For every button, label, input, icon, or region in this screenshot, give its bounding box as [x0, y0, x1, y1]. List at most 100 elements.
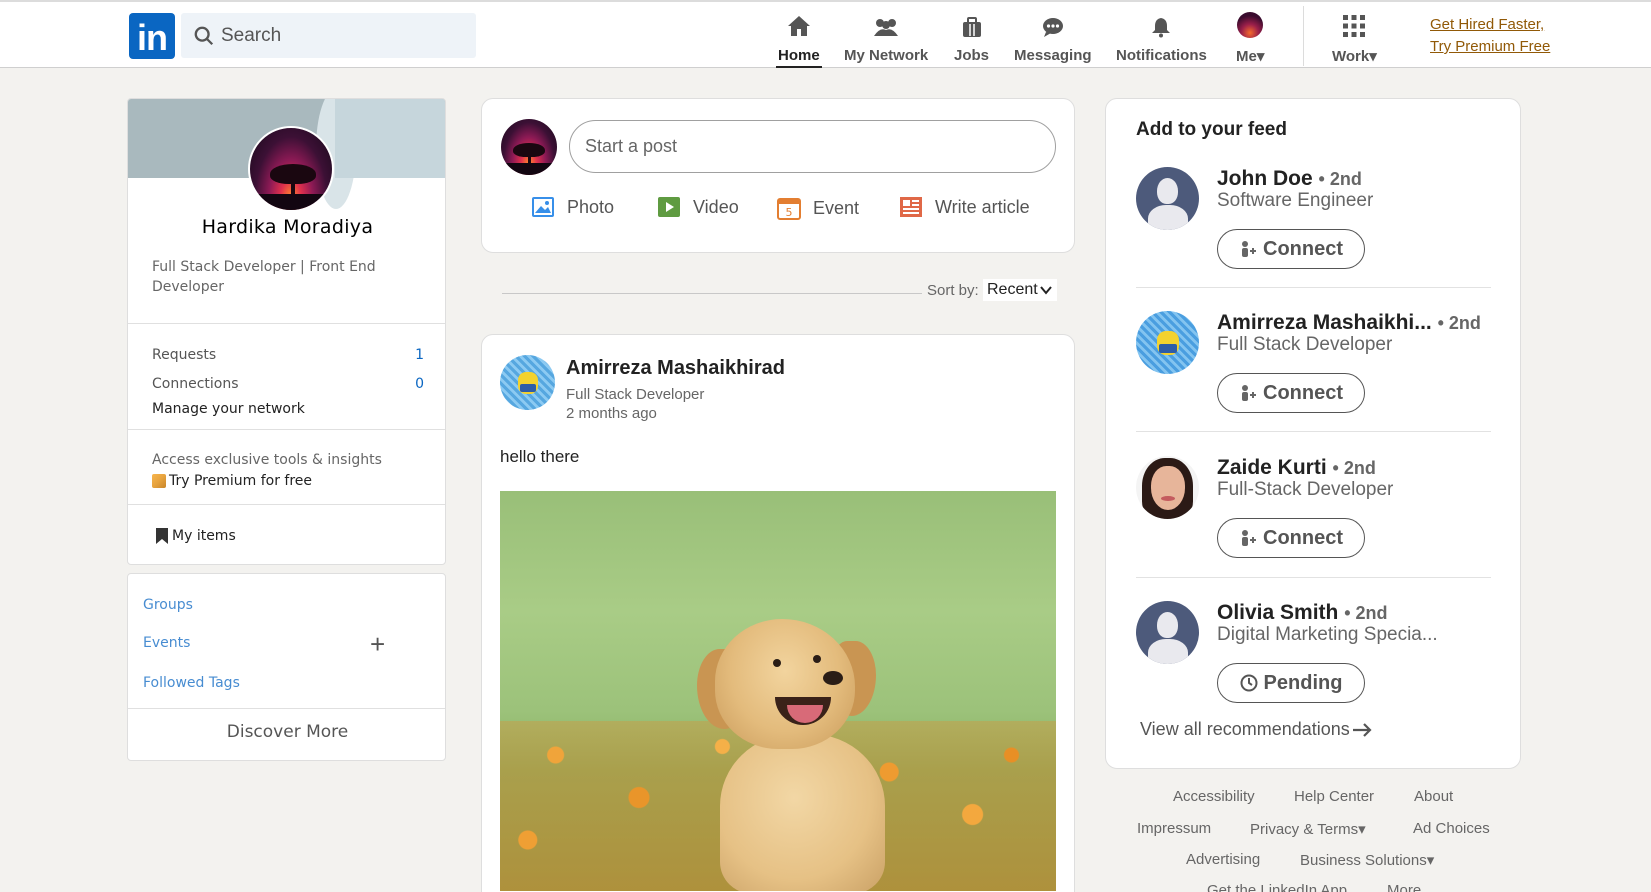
- briefcase-icon: [962, 17, 981, 37]
- share-box: Start a post Photo Video 5 Event Write a…: [481, 98, 1075, 253]
- sort-dropdown[interactable]: Recent: [983, 279, 1057, 301]
- followed-tags-link[interactable]: Followed Tags: [143, 675, 240, 691]
- post-text: hello there: [500, 447, 580, 466]
- nav-my-network[interactable]: My Network: [844, 10, 928, 68]
- divider: [1136, 431, 1491, 432]
- bookmark-icon: [156, 528, 168, 544]
- avatar[interactable]: [1136, 456, 1199, 519]
- requests-label: Requests: [152, 347, 217, 363]
- connections-row[interactable]: Connections 0: [152, 376, 424, 392]
- event-label: Event: [813, 197, 860, 218]
- footer-link[interactable]: Business Solutions▾: [1300, 851, 1434, 869]
- premium-line-1: Get Hired Faster,: [1430, 16, 1545, 33]
- profile-photo[interactable]: [248, 126, 334, 212]
- home-icon: [787, 16, 810, 36]
- groups-link[interactable]: Groups: [143, 597, 193, 613]
- manage-network-link[interactable]: Manage your network: [152, 401, 305, 417]
- video-icon: [658, 197, 680, 217]
- my-items-link[interactable]: My items: [155, 527, 236, 545]
- connect-button[interactable]: Connect: [1217, 373, 1365, 413]
- network-icon: [874, 19, 899, 36]
- recommendation-title: Full Stack Developer: [1217, 334, 1393, 355]
- avatar[interactable]: [1136, 167, 1199, 230]
- post-image[interactable]: [500, 491, 1056, 891]
- avatar[interactable]: [1136, 601, 1199, 664]
- add-to-feed-card: Add to your feed John Doe • 2nd Software…: [1105, 98, 1521, 769]
- divider: [1136, 287, 1491, 288]
- requests-row[interactable]: Requests 1: [152, 347, 424, 363]
- footer-link[interactable]: More: [1387, 882, 1421, 892]
- recommendation-name[interactable]: Zaide Kurti • 2nd: [1217, 456, 1376, 480]
- discover-more-button[interactable]: Discover More: [128, 722, 445, 742]
- connection-degree: • 2nd: [1344, 603, 1388, 623]
- linkedin-logo[interactable]: in: [129, 13, 175, 59]
- premium-line-2: Try Premium Free: [1430, 38, 1551, 55]
- events-link[interactable]: Events: [143, 635, 190, 651]
- pending-button[interactable]: Pending: [1217, 663, 1365, 703]
- connections-count: 0: [415, 376, 424, 392]
- nav-home[interactable]: Home: [776, 10, 822, 68]
- footer-link[interactable]: Privacy & Terms▾: [1250, 820, 1366, 838]
- photo-label: Photo: [567, 196, 615, 217]
- recommendation-name[interactable]: Amirreza Mashaikhi... • 2nd: [1217, 311, 1481, 335]
- write-article-button[interactable]: Write article: [899, 196, 1030, 218]
- recommendation-name[interactable]: Olivia Smith • 2nd: [1217, 601, 1388, 625]
- requests-count: 1: [415, 347, 424, 363]
- premium-access-text: Access exclusive tools & insights: [152, 452, 382, 468]
- chat-icon: [1042, 18, 1063, 37]
- footer-link[interactable]: Accessibility: [1173, 788, 1255, 805]
- add-event-icon[interactable]: +: [370, 629, 385, 660]
- footer-link[interactable]: Ad Choices: [1413, 820, 1490, 837]
- nav-me-label: Me▾: [1236, 48, 1265, 65]
- photo-icon: [532, 197, 554, 217]
- event-button[interactable]: 5 Event: [777, 196, 859, 220]
- profile-card: Hardika Moradiya Full Stack Developer | …: [127, 98, 446, 565]
- search-input[interactable]: Search: [181, 13, 476, 58]
- footer-link[interactable]: Advertising: [1186, 851, 1260, 868]
- connections-label: Connections: [152, 376, 239, 392]
- me-avatar: [1237, 12, 1264, 38]
- nav-messaging[interactable]: Messaging: [1014, 10, 1092, 68]
- nav-work[interactable]: Work▾: [1332, 10, 1377, 68]
- nav-notifications[interactable]: Notifications: [1116, 10, 1207, 68]
- post-author-avatar[interactable]: [500, 355, 555, 410]
- add-user-icon: [1242, 530, 1256, 546]
- divider: [1136, 577, 1491, 578]
- my-items-label: My items: [172, 528, 236, 544]
- premium-link[interactable]: Get Hired Faster, Try Premium Free: [1430, 14, 1550, 58]
- footer-link[interactable]: About: [1414, 788, 1453, 805]
- puppy-illustration: [695, 619, 885, 891]
- nav-messaging-label: Messaging: [1014, 47, 1092, 64]
- footer-link[interactable]: Get the LinkedIn App: [1207, 882, 1347, 892]
- connect-button[interactable]: Connect: [1217, 229, 1365, 269]
- sort-value: Recent: [987, 281, 1038, 298]
- article-icon: [900, 197, 922, 217]
- nav-work-label: Work▾: [1332, 48, 1377, 65]
- divider: [128, 504, 445, 505]
- post-author-name[interactable]: Amirreza Mashaikhirad: [566, 357, 785, 380]
- divider: [128, 708, 445, 709]
- video-button[interactable]: Video: [657, 196, 739, 218]
- profile-name[interactable]: Hardika Moradiya: [128, 216, 445, 238]
- add-to-feed-title: Add to your feed: [1136, 119, 1287, 140]
- start-post-input[interactable]: Start a post: [569, 120, 1056, 173]
- post-timestamp: 2 months ago: [566, 405, 657, 422]
- grid-icon: [1343, 15, 1366, 37]
- premium-icon: [152, 474, 166, 488]
- top-navigation-bar: in Search Home My Network Jobs Messaging…: [0, 0, 1651, 68]
- calendar-icon: 5: [777, 198, 801, 220]
- view-all-recommendations-link[interactable]: View all recommendations: [1140, 719, 1372, 740]
- connect-button[interactable]: Connect: [1217, 518, 1365, 558]
- recommendation-name[interactable]: John Doe • 2nd: [1217, 167, 1362, 191]
- footer-link[interactable]: Impressum: [1137, 820, 1211, 837]
- try-premium-link[interactable]: Try Premium for free: [152, 473, 312, 489]
- feed-post: Amirreza Mashaikhirad Full Stack Develop…: [481, 334, 1075, 892]
- recommendation-title: Full-Stack Developer: [1217, 479, 1394, 500]
- avatar[interactable]: [1136, 311, 1199, 374]
- footer-link[interactable]: Help Center: [1294, 788, 1374, 805]
- nav-jobs[interactable]: Jobs: [954, 10, 989, 68]
- photo-button[interactable]: Photo: [531, 196, 614, 218]
- nav-me[interactable]: Me▾: [1236, 10, 1264, 68]
- groups-card: Groups Events + Followed Tags Discover M…: [127, 573, 446, 761]
- search-placeholder: Search: [221, 24, 282, 46]
